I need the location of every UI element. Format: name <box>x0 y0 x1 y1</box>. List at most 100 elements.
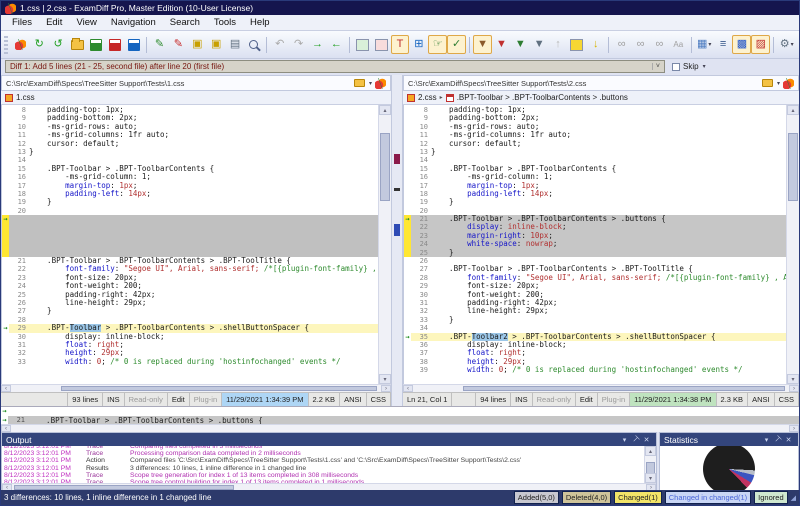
current-diff-icon[interactable] <box>567 35 586 54</box>
skip-caret-icon[interactable]: ▾ <box>703 63 706 70</box>
code-line[interactable]: 13} <box>2 148 378 156</box>
code-line[interactable]: 10 -ms-grid-rows: auto; <box>404 123 786 131</box>
code-line[interactable]: →21 .BPT-Toolbar > .BPT-ToolbarContents … <box>404 215 786 223</box>
scroll-right-icon[interactable]: › <box>381 385 391 392</box>
scroll-down-icon[interactable]: ▾ <box>379 374 391 384</box>
code-line[interactable]: 21 .BPT-Toolbar > .BPT-ToolbarContents >… <box>2 257 378 265</box>
print-icon[interactable]: ▤ <box>226 35 245 54</box>
right-vertical-scrollbar[interactable]: ▴ ▾ <box>786 105 799 384</box>
find-prev-icon[interactable]: ∞ <box>650 35 669 54</box>
left-app-icon[interactable] <box>375 78 386 89</box>
left-path-caret-icon[interactable]: ▾ <box>369 80 372 87</box>
filter-all-icon[interactable]: ▼ <box>473 35 492 54</box>
go-down-icon[interactable]: ↓ <box>586 35 605 54</box>
current-diff-pane[interactable]: →→21 .BPT-Toolbar > .BPT-ToolbarContents… <box>1 406 799 425</box>
code-line[interactable]: 39 width: 0; /* 0 is replaced during 'ho… <box>404 366 786 374</box>
filter-added-icon[interactable]: ▼ <box>511 35 530 54</box>
undo-icon[interactable]: ↶ <box>270 35 289 54</box>
resize-grip-icon[interactable]: ◢ <box>791 494 796 502</box>
code-line[interactable]: 16 -ms-grid-column: 1; <box>404 173 786 181</box>
report-icon[interactable]: ▨ <box>751 35 770 54</box>
code-line[interactable]: 20 <box>404 207 786 215</box>
recompare-swap-icon[interactable]: ↺ <box>49 35 68 54</box>
diff-map[interactable] <box>391 75 403 406</box>
code-line[interactable]: →35 .BPT-Toolbar2 > .BPT-ToolbarContents… <box>404 333 786 341</box>
right-file-tab[interactable]: 2.css <box>418 93 437 102</box>
plugins-icon[interactable]: ▩ <box>732 35 751 54</box>
output-log-row[interactable]: 8/12/2023 3:12:01 PMTraceProcessing comp… <box>2 450 644 457</box>
right-path-caret-icon[interactable]: ▾ <box>777 80 780 87</box>
code-line[interactable]: 11 -ms-grid-columns: 1fr auto; <box>404 131 786 139</box>
code-line[interactable]: 22 font-family: "Segoe UI", Arial, sans-… <box>2 265 378 273</box>
split-view-icon[interactable]: ⊞ <box>409 35 428 54</box>
scroll-right-icon[interactable]: › <box>789 425 799 432</box>
save-both-files-icon[interactable] <box>124 35 143 54</box>
left-hscroll-thumb[interactable] <box>61 386 377 391</box>
output-log-row[interactable]: 8/12/2023 3:12:01 PMTraceScope tree gene… <box>2 472 644 479</box>
show-identical-icon[interactable] <box>353 35 372 54</box>
code-line[interactable]: 32 line-height: 29px; <box>404 307 786 315</box>
output-log[interactable]: 8/12/2023 3:12:01 PMTraceComparing files… <box>2 446 656 483</box>
code-line[interactable]: 26 line-height: 29px; <box>2 299 378 307</box>
current-diff-line[interactable]: → <box>1 407 799 416</box>
scope-breadcrumb[interactable]: .BPT-Toolbar > .BPT-ToolbarContents > .b… <box>457 93 628 102</box>
code-line[interactable]: 10 -ms-grid-rows: auto; <box>2 123 378 131</box>
right-hscroll-thumb[interactable] <box>463 386 785 391</box>
code-line[interactable]: 12 cursor: default; <box>404 140 786 148</box>
word-wrap-icon[interactable]: ≡ <box>714 35 733 54</box>
menu-tools[interactable]: Tools <box>207 16 243 29</box>
right-horizontal-scrollbar[interactable]: ‹ › <box>403 384 799 392</box>
code-line[interactable]: 27 } <box>2 307 378 315</box>
left-code-area[interactable]: 8 padding-top: 1px;9 padding-bottom: 2px… <box>1 105 391 384</box>
left-horizontal-scrollbar[interactable]: ‹ › <box>1 384 391 392</box>
output-log-row[interactable]: 8/12/2023 3:12:01 PMActionCompared files… <box>2 457 644 464</box>
open-files-icon[interactable] <box>68 35 87 54</box>
code-line[interactable]: 30 font-weight: 200; <box>404 291 786 299</box>
code-line[interactable]: 19 } <box>404 198 786 206</box>
right-vscroll-thumb[interactable] <box>788 133 798 201</box>
code-line[interactable]: 17 margin-top: 1px; <box>404 182 786 190</box>
current-diff-combobox[interactable]: Diff 1: Add 5 lines (21 - 25, second fil… <box>5 60 665 73</box>
menu-help[interactable]: Help <box>243 16 277 29</box>
code-line[interactable]: 32 height: 29px; <box>2 349 378 357</box>
code-line[interactable]: 34 <box>404 324 786 332</box>
output-vertical-scrollbar[interactable]: ▴ ▾ <box>644 446 656 483</box>
previous-difference-icon[interactable]: ← <box>327 35 346 54</box>
diff-map-mark[interactable] <box>394 224 400 236</box>
view-mode-icon[interactable]: ▦▾ <box>695 35 714 54</box>
code-line[interactable]: 26 <box>404 257 786 265</box>
code-line[interactable]: 14 <box>404 156 786 164</box>
filter-deleted-icon[interactable]: ▼ <box>492 35 511 54</box>
save-first-file-icon[interactable] <box>86 35 105 54</box>
auto-recompare-icon[interactable]: ✓ <box>447 35 466 54</box>
code-line[interactable]: 31 float: right; <box>2 341 378 349</box>
code-line[interactable]: 33 } <box>404 316 786 324</box>
view-mode-icon-caret[interactable]: ▾ <box>708 42 711 48</box>
code-line[interactable]: 25 } <box>404 249 786 257</box>
find-icon[interactable]: ∞ <box>612 35 631 54</box>
skip-checkbox[interactable] <box>672 63 680 71</box>
code-line[interactable]: 19 } <box>2 198 378 206</box>
left-file-tab[interactable]: 1.css <box>16 93 35 102</box>
scroll-up-icon[interactable]: ▴ <box>645 446 656 456</box>
options-icon-caret[interactable]: ▾ <box>791 42 794 48</box>
scroll-up-icon[interactable]: ▴ <box>787 105 799 115</box>
right-app-icon[interactable] <box>783 78 794 89</box>
manual-alignment-icon[interactable]: ☞ <box>428 35 447 54</box>
code-line[interactable]: 38 height: 29px; <box>404 358 786 366</box>
missing-lines-block[interactable]: → <box>2 215 378 257</box>
code-line[interactable]: 23 margin-right: 10px; <box>404 232 786 240</box>
code-line[interactable]: →29 .BPT-Toolbar > .BPT-ToolbarContents … <box>2 324 378 332</box>
redo-icon[interactable]: ↷ <box>289 35 308 54</box>
scroll-left-icon[interactable]: ‹ <box>403 385 413 392</box>
diff-map-mark[interactable] <box>394 154 400 164</box>
statistics-panel-header[interactable]: Statistics ▾ ⊤ ✕ <box>660 433 798 446</box>
copy-block-right-icon[interactable]: ▣ <box>207 35 226 54</box>
left-open-folder-icon[interactable] <box>354 79 365 87</box>
code-line[interactable]: 24 font-weight: 200; <box>2 282 378 290</box>
scroll-right-icon[interactable]: › <box>789 385 799 392</box>
scroll-left-icon[interactable]: ‹ <box>1 425 11 432</box>
code-line[interactable]: 16 -ms-grid-column: 1; <box>2 173 378 181</box>
code-line[interactable]: 33 width: 0; /* 0 is replaced during 'ho… <box>2 358 378 366</box>
scroll-down-icon[interactable]: ▾ <box>645 473 656 483</box>
